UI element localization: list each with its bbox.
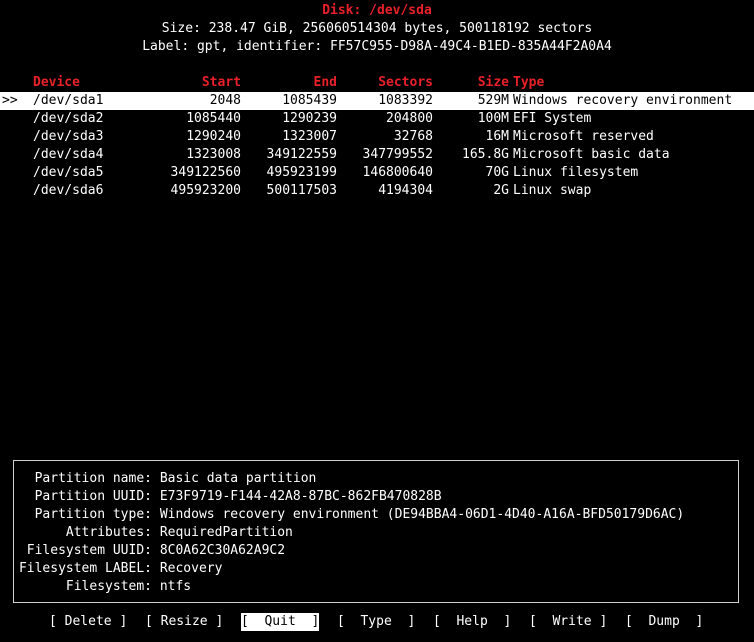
size-cell: 16M: [485, 129, 509, 144]
info-value: Windows recovery environment (DE94BBA4-0…: [159, 507, 685, 522]
info-value: Basic data partition: [159, 471, 317, 486]
end-cell: 1290239: [282, 111, 337, 126]
sectors-cell: 146800640: [362, 165, 433, 180]
action-menu: [ Delete ] [ Resize ] [ Quit ] [ Type ] …: [0, 613, 754, 631]
table-header: Device Start End Sectors Size Type: [0, 74, 754, 92]
type-cell: Linux filesystem: [513, 165, 639, 180]
table-row[interactable]: /dev/sda3 1290240 1323007 32768 16M Microsoft…: [0, 128, 754, 146]
sectors-cell: 347799552: [362, 147, 433, 162]
info-line: Partition type: Windows recovery environ…: [18, 506, 685, 524]
end-cell: 1085439: [282, 93, 337, 108]
type-button[interactable]: [ Type ]: [337, 613, 415, 631]
table-row[interactable]: >>/dev/sda1 2048 1085439 1083392 529M Windows…: [0, 92, 754, 110]
start-cell: 1085440: [186, 111, 241, 126]
info-label: Attributes:: [65, 525, 152, 540]
size-cell: 2G: [493, 183, 509, 198]
end-cell: 500117503: [266, 183, 337, 198]
write-button[interactable]: [ Write ]: [529, 613, 607, 631]
info-label: Filesystem:: [65, 579, 152, 594]
info-line: Filesystem: ntfs: [18, 578, 191, 596]
end-cell: 349122559: [266, 147, 337, 162]
table-row[interactable]: /dev/sda2 1085440 1290239 204800 100M EFI Sys…: [0, 110, 754, 128]
end-cell: 495923199: [266, 165, 337, 180]
info-label: Filesystem LABEL:: [18, 561, 152, 576]
disk-title: Disk: /dev/sda: [322, 3, 432, 18]
info-label: Filesystem UUID:: [26, 543, 152, 558]
info-label: Partition type:: [34, 507, 152, 522]
table-row[interactable]: /dev/sda4 1323008 349122559 347799552 165.8G…: [0, 146, 754, 164]
dump-button[interactable]: [ Dump ]: [625, 613, 703, 631]
info-line: Filesystem UUID: 8C0A62C30A62A9C2: [18, 542, 285, 560]
partition-info-panel: Partition name: Basic data partition Part…: [13, 460, 739, 603]
disk-label-line: Label: gpt, identifier: FF57C955-D98A-49…: [142, 39, 612, 54]
table-row[interactable]: /dev/sda6 495923200 500117503 4194304 2G Linu…: [0, 182, 754, 200]
header-start: Start: [201, 75, 241, 90]
info-label: Partition name:: [34, 471, 152, 486]
info-line: Attributes: RequiredPartition: [18, 524, 293, 542]
type-cell: Microsoft basic data: [513, 147, 670, 162]
info-value: RequiredPartition: [159, 525, 293, 540]
info-line: Partition name: Basic data partition: [18, 470, 317, 488]
size-cell: 165.8G: [462, 147, 509, 162]
help-button[interactable]: [ Help ]: [433, 613, 511, 631]
end-cell: 1323007: [282, 129, 337, 144]
sectors-cell: 204800: [386, 111, 433, 126]
table-row[interactable]: /dev/sda5 349122560 495923199 146800640 70G L…: [0, 164, 754, 182]
quit-button[interactable]: [ Quit ]: [241, 613, 320, 631]
sectors-cell: 1083392: [378, 93, 433, 108]
header-type: Type: [513, 75, 545, 90]
type-cell: EFI System: [513, 111, 592, 126]
row-selector: >>: [2, 93, 18, 108]
delete-button[interactable]: [ Delete ]: [49, 613, 127, 631]
info-value: ntfs: [159, 579, 192, 594]
header-end: End: [313, 75, 337, 90]
info-line: Partition UUID: E73F9719-F144-42A8-87BC-…: [18, 488, 442, 506]
info-value: Recovery: [159, 561, 223, 576]
start-cell: 495923200: [170, 183, 241, 198]
size-cell: 70G: [485, 165, 509, 180]
type-cell: Windows recovery environment: [513, 93, 733, 108]
size-cell: 529M: [477, 93, 509, 108]
header-size: Size: [477, 75, 509, 90]
resize-button[interactable]: [ Resize ]: [145, 613, 223, 631]
start-cell: 349122560: [170, 165, 241, 180]
disk-size-line: Size: 238.47 GiB, 256060514304 bytes, 50…: [161, 21, 593, 36]
type-cell: Microsoft reserved: [513, 129, 654, 144]
start-cell: 1323008: [186, 147, 241, 162]
sectors-cell: 32768: [393, 129, 433, 144]
info-line: Filesystem LABEL: Recovery: [18, 560, 223, 578]
start-cell: 2048: [209, 93, 241, 108]
info-value: 8C0A62C30A62A9C2: [159, 543, 286, 558]
size-cell: 100M: [477, 111, 509, 126]
info-value: E73F9719-F144-42A8-87BC-862FB470828B: [159, 489, 442, 504]
header-sectors: Sectors: [378, 75, 433, 90]
sectors-cell: 4194304: [378, 183, 433, 198]
type-cell: Linux swap: [513, 183, 592, 198]
start-cell: 1290240: [186, 129, 241, 144]
info-label: Partition UUID:: [34, 489, 152, 504]
